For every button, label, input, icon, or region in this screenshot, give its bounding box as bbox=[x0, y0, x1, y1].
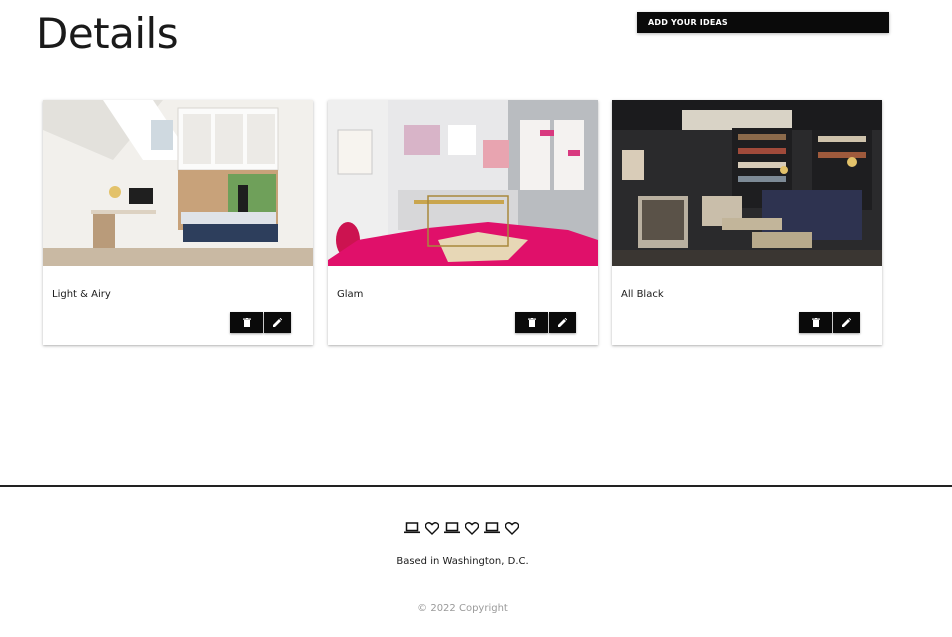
card-actions bbox=[515, 312, 576, 333]
pencil-icon bbox=[273, 315, 283, 330]
idea-card[interactable]: Glam bbox=[328, 100, 598, 345]
card-image-all-black[interactable] bbox=[612, 100, 882, 266]
card-image-glam[interactable] bbox=[328, 100, 598, 266]
trash-icon bbox=[527, 315, 536, 330]
page-title: Details bbox=[36, 9, 179, 58]
heart-icon[interactable] bbox=[424, 521, 440, 535]
footer-divider bbox=[0, 485, 952, 487]
footer-icons bbox=[404, 521, 520, 535]
card-actions bbox=[799, 312, 860, 333]
add-ideas-button[interactable]: ADD YOUR IDEAS bbox=[637, 12, 889, 33]
heart-icon[interactable] bbox=[504, 521, 520, 535]
laptop-icon[interactable] bbox=[484, 521, 500, 535]
laptop-icon[interactable] bbox=[404, 521, 420, 535]
edit-button[interactable] bbox=[264, 312, 291, 333]
card-title: Glam bbox=[337, 289, 364, 300]
room-photo bbox=[43, 100, 313, 266]
pencil-icon bbox=[842, 315, 852, 330]
room-photo bbox=[328, 100, 598, 266]
trash-icon bbox=[811, 315, 820, 330]
footer-location: Based in Washington, D.C. bbox=[396, 556, 529, 567]
edit-button[interactable] bbox=[833, 312, 860, 333]
heart-icon[interactable] bbox=[464, 521, 480, 535]
card-actions bbox=[230, 312, 291, 333]
card-title: All Black bbox=[621, 289, 664, 300]
card-image-light-airy[interactable] bbox=[43, 100, 313, 266]
delete-button[interactable] bbox=[799, 312, 832, 333]
idea-cards: Light & Airy Glam All Black bbox=[43, 100, 883, 345]
edit-button[interactable] bbox=[549, 312, 576, 333]
pencil-icon bbox=[558, 315, 568, 330]
trash-icon bbox=[242, 315, 251, 330]
footer-copyright: © 2022 Copyright bbox=[417, 603, 508, 614]
laptop-icon[interactable] bbox=[444, 521, 460, 535]
delete-button[interactable] bbox=[515, 312, 548, 333]
room-photo bbox=[612, 100, 882, 266]
idea-card[interactable]: All Black bbox=[612, 100, 882, 345]
page: Details ADD YOUR IDEAS Light & Airy Glam… bbox=[0, 0, 952, 637]
delete-button[interactable] bbox=[230, 312, 263, 333]
card-title: Light & Airy bbox=[52, 289, 111, 300]
idea-card[interactable]: Light & Airy bbox=[43, 100, 313, 345]
